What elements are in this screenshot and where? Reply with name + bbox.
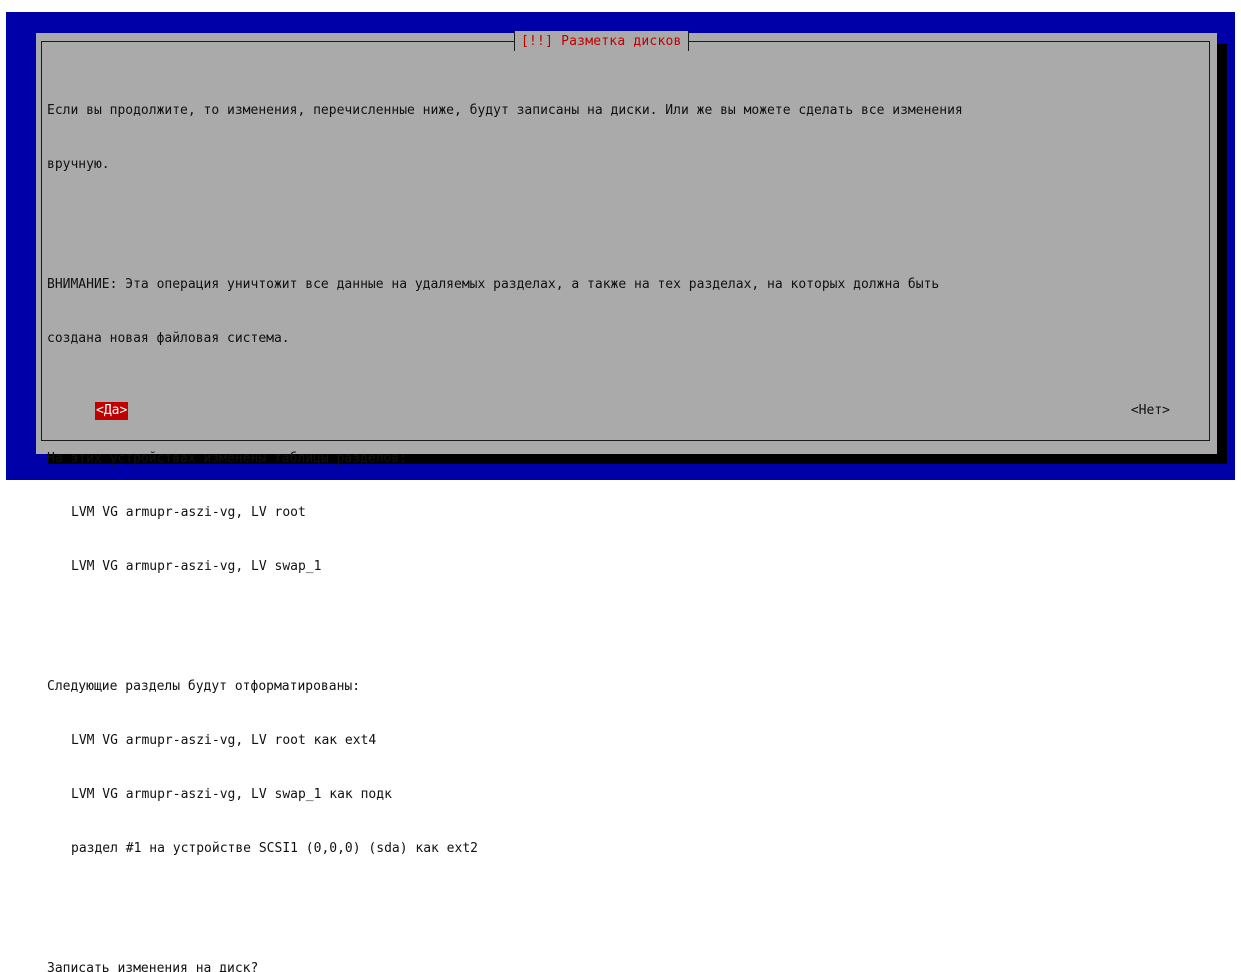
tables-changed-item: LVM VG armupr-aszi-vg, LV root (71, 505, 306, 520)
intro-line: Если вы продолжите, то изменения, перечи… (47, 103, 963, 118)
format-item: LVM VG armupr-aszi-vg, LV swap_1 как под… (71, 787, 392, 802)
dialog-title-box: [!!] Разметка дисков (514, 31, 689, 51)
dialog-title: [!!] Разметка дисков (521, 33, 682, 49)
confirm-question: Записать изменения на диск? (47, 961, 259, 972)
tables-changed-item: LVM VG armupr-aszi-vg, LV swap_1 (71, 559, 322, 574)
tables-changed-heading: На этих устройствах изменены таблицы раз… (47, 451, 408, 466)
no-button[interactable]: <Нет> (1130, 402, 1171, 420)
partition-dialog: [!!] Разметка дисков Если вы продолжите,… (36, 31, 1217, 972)
format-item: раздел #1 на устройстве SCSI1 (0,0,0) (s… (71, 841, 478, 856)
dialog-content: Если вы продолжите, то изменения, перечи… (47, 66, 1197, 972)
yes-button[interactable]: <Да> (95, 402, 129, 420)
warning-line: создана новая файловая система. (47, 331, 290, 346)
intro-line: вручную. (47, 157, 110, 172)
warning-line: ВНИМАНИЕ: Эта операция уничтожит все дан… (47, 277, 940, 292)
format-heading: Следующие разделы будут отформатированы: (47, 679, 361, 694)
dialog-buttons: <Да> <Нет> (47, 402, 1197, 420)
dialog-shadow-right (1217, 44, 1227, 464)
format-item: LVM VG armupr-aszi-vg, LV root как ext4 (71, 733, 377, 748)
